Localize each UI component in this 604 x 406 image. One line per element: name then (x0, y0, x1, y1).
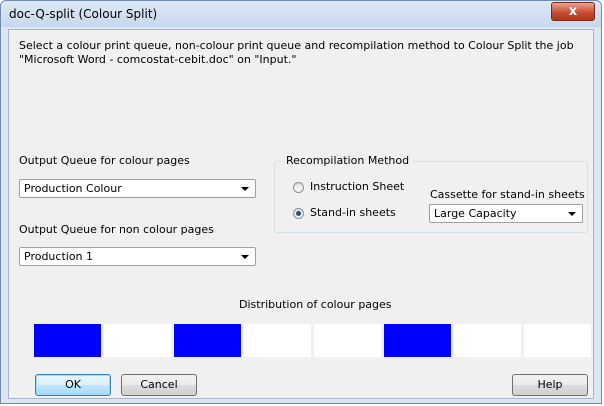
close-button[interactable]: x (551, 2, 595, 21)
cassette-dropdown[interactable]: Large Capacity (429, 204, 583, 223)
recompilation-group-title: Recompilation Method (283, 154, 413, 167)
chevron-down-icon (241, 187, 249, 191)
cassette-label: Cassette for stand-in sheets (430, 188, 585, 201)
recompilation-method-group: Recompilation Method Instruction Sheet S… (274, 154, 588, 233)
distribution-page-cell (34, 324, 101, 357)
instructions-text: Select a colour print queue, non-colour … (19, 39, 574, 66)
colour-queue-label: Output Queue for colour pages (19, 154, 190, 167)
help-button[interactable]: Help (512, 374, 588, 396)
distribution-page-cell (174, 324, 241, 357)
distribution-page-cell (244, 324, 311, 357)
distribution-label: Distribution of colour pages (239, 298, 392, 311)
distribution-page-cell (454, 324, 521, 357)
dialog-window: doc-Q-split (Colour Split) x Select a co… (0, 0, 602, 404)
colour-queue-dropdown[interactable]: Production Colour (19, 179, 256, 198)
close-icon: x (568, 4, 578, 19)
chevron-down-icon (241, 255, 249, 259)
distribution-page-cell (104, 324, 171, 357)
noncolour-queue-value: Production 1 (24, 250, 94, 263)
stand-in-sheets-label[interactable]: Stand-in sheets (310, 206, 396, 219)
chevron-down-icon (568, 212, 576, 216)
ok-button[interactable]: OK (35, 374, 111, 396)
distribution-page-cell (524, 324, 591, 357)
distribution-page-cell (384, 324, 451, 357)
instruction-sheet-radio[interactable] (293, 182, 304, 193)
dialog-body: Select a colour print queue, non-colour … (8, 29, 594, 399)
noncolour-queue-label: Output Queue for non colour pages (19, 223, 214, 236)
noncolour-queue-dropdown[interactable]: Production 1 (19, 247, 256, 266)
stand-in-sheets-radio[interactable] (293, 208, 304, 219)
cancel-button[interactable]: Cancel (121, 374, 197, 396)
colour-queue-value: Production Colour (24, 182, 122, 195)
title-bar[interactable]: doc-Q-split (Colour Split) x (1, 1, 601, 27)
distribution-page-cell (314, 324, 381, 357)
instruction-sheet-label[interactable]: Instruction Sheet (310, 180, 404, 193)
cassette-value: Large Capacity (434, 207, 517, 220)
window-title: doc-Q-split (Colour Split) (9, 7, 158, 21)
